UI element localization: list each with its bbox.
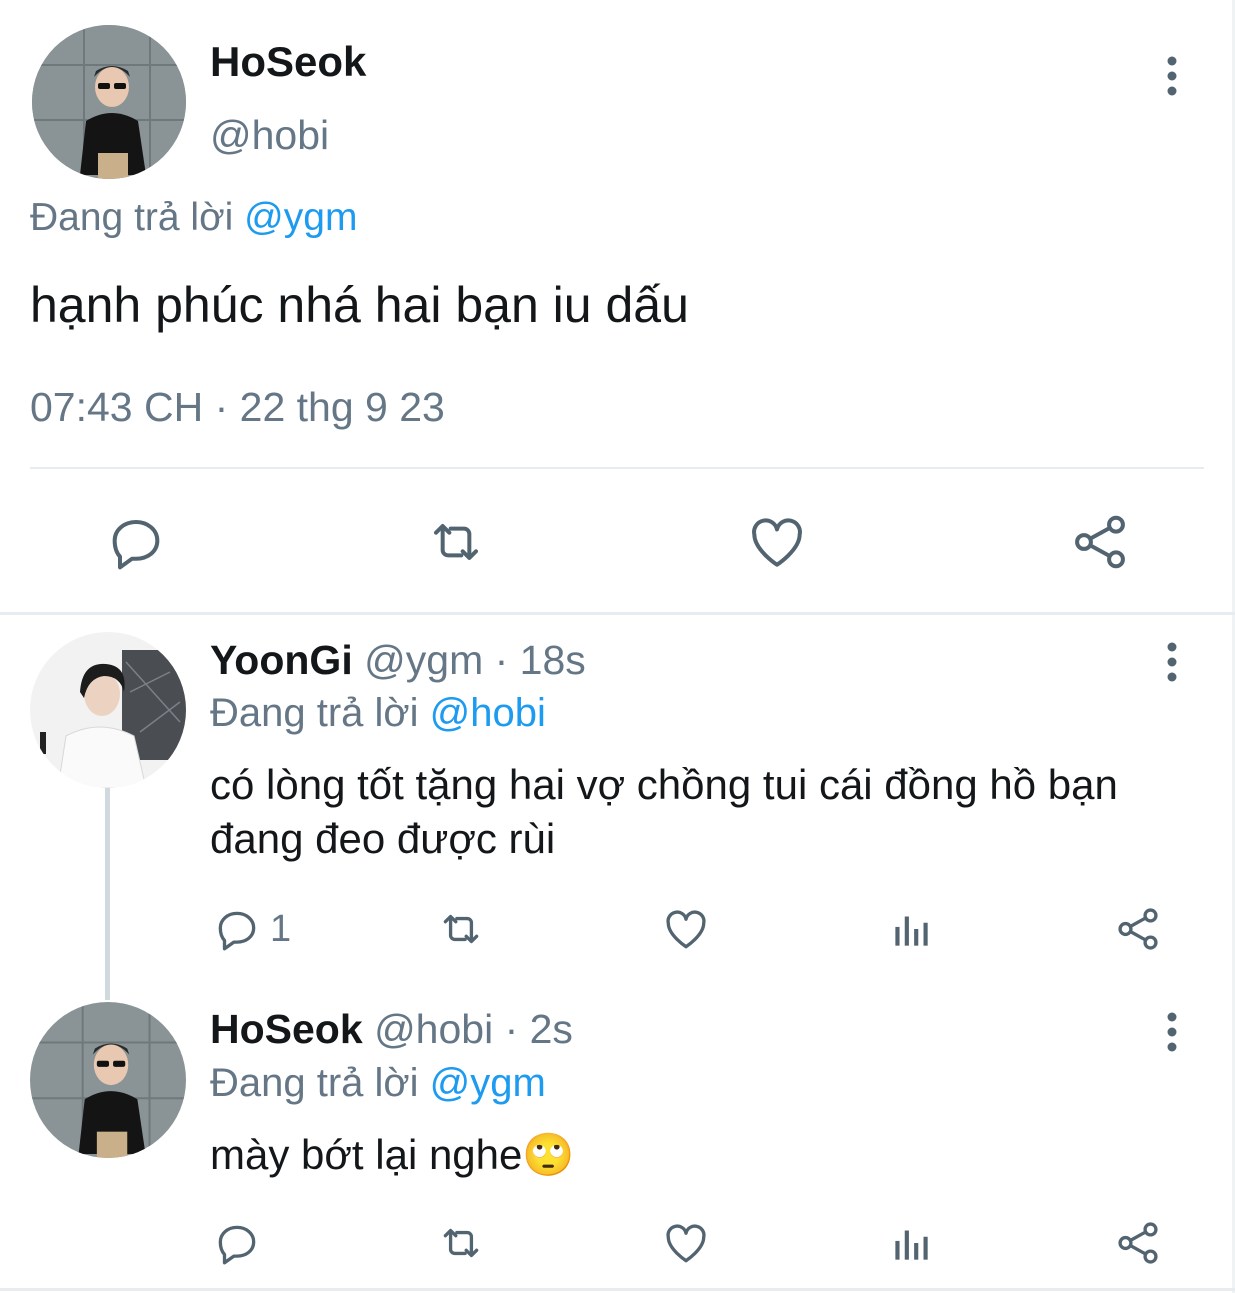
mention-link[interactable]: @ygm: [244, 196, 357, 239]
share-icon[interactable]: [1113, 1218, 1163, 1268]
retweet-icon[interactable]: [436, 904, 486, 954]
mention-link[interactable]: @ygm: [430, 1061, 546, 1105]
reply-icon[interactable]: [104, 510, 168, 574]
author-handle[interactable]: @hobi: [210, 112, 329, 159]
divider: [0, 612, 1235, 615]
author-name[interactable]: HoSeok: [210, 38, 366, 86]
reply-icon[interactable]: [212, 904, 262, 954]
like-icon[interactable]: [661, 1218, 711, 1268]
author-handle-time[interactable]: @hobi · 2s: [374, 1006, 573, 1052]
like-icon[interactable]: [661, 904, 711, 954]
reply-header: YoonGi @ygm · 18s: [210, 637, 586, 684]
reply-icon[interactable]: [212, 1218, 262, 1268]
author-name[interactable]: YoonGi: [210, 637, 353, 683]
replying-prefix: Đang trả lời: [30, 196, 234, 239]
avatar-hoseok[interactable]: [32, 25, 186, 179]
reply-text: mày bớt lại nghe🙄: [210, 1131, 575, 1178]
reply-count: 1: [270, 908, 292, 950]
more-icon[interactable]: [1152, 1008, 1192, 1058]
replying-prefix: Đang trả lời: [210, 1061, 419, 1105]
views-icon[interactable]: [886, 1218, 936, 1268]
tweet-timestamp[interactable]: 07:43 CH · 22 thg 9 23: [30, 384, 445, 431]
divider: [30, 467, 1204, 469]
avatar-hoseok[interactable]: [30, 1002, 186, 1158]
more-icon[interactable]: [1152, 52, 1192, 102]
retweet-icon[interactable]: [424, 510, 488, 574]
tweet-thread: HoSeok @hobi Đang trả lời @ygm hạnh phúc…: [0, 0, 1235, 1293]
share-icon[interactable]: [1113, 904, 1163, 954]
mention-link[interactable]: @hobi: [430, 691, 546, 735]
replying-to: Đang trả lời @ygm: [210, 1061, 546, 1106]
thread-connector: [105, 788, 110, 1000]
views-icon[interactable]: [886, 904, 936, 954]
like-icon[interactable]: [745, 510, 809, 574]
divider: [0, 1288, 1235, 1291]
more-icon[interactable]: [1152, 638, 1192, 688]
replying-to: Đang trả lời @ygm: [30, 196, 357, 240]
replying-prefix: Đang trả lời: [210, 691, 419, 735]
replying-to: Đang trả lời @hobi: [210, 691, 546, 736]
reply-text: có lòng tốt tặng hai vợ chồng tui cái đồ…: [210, 761, 1118, 862]
share-icon[interactable]: [1068, 510, 1132, 574]
retweet-icon[interactable]: [436, 1218, 486, 1268]
avatar-yoongi[interactable]: [30, 632, 186, 788]
reply-header: HoSeok @hobi · 2s: [210, 1006, 573, 1053]
author-name[interactable]: HoSeok: [210, 1006, 363, 1052]
tweet-text: hạnh phúc nhá hai bạn iu dấu: [30, 277, 689, 333]
author-handle-time[interactable]: @ygm · 18s: [364, 637, 586, 683]
